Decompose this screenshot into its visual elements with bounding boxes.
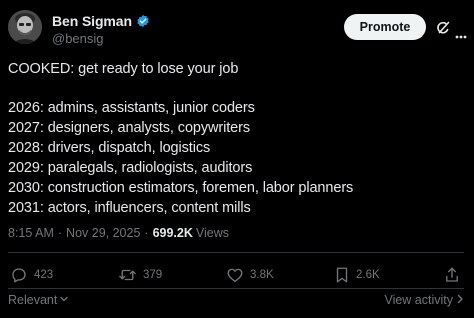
- bookmark-button[interactable]: 2.6K: [334, 265, 380, 285]
- reply-icon: [10, 266, 28, 284]
- view-activity-button[interactable]: View activity: [384, 293, 464, 307]
- share-icon: [444, 266, 460, 284]
- author-name[interactable]: Ben Sigman: [52, 13, 132, 29]
- repost-button[interactable]: 379: [118, 265, 162, 285]
- repost-count: 379: [143, 269, 163, 281]
- sort-replies-dropdown[interactable]: Relevant: [8, 293, 69, 307]
- tweet-header: Ben Sigman @bensig Promote: [8, 10, 467, 50]
- tweet-line-2026: 2026: admins, assistants, junior coders: [8, 100, 255, 116]
- reply-controls: Relevant View activity: [8, 293, 464, 309]
- reply-count: 423: [34, 269, 54, 281]
- author-handle[interactable]: @bensig: [52, 31, 150, 46]
- share-button[interactable]: [444, 265, 460, 285]
- views-count[interactable]: 699.2K: [153, 226, 193, 240]
- tweet-line-2030: 2030: construction estimators, foremen, …: [8, 180, 354, 196]
- sort-label: Relevant: [8, 293, 58, 307]
- chevron-right-icon: [456, 293, 464, 307]
- chevron-down-icon: [59, 293, 69, 307]
- heart-icon: [226, 266, 244, 284]
- tweet-time[interactable]: 8:15 AM: [8, 226, 54, 240]
- tweet-line-2028: 2028: drivers, dispatch, logistics: [8, 140, 211, 156]
- divider-bottom: [8, 288, 464, 289]
- like-button[interactable]: 3.8K: [226, 265, 274, 285]
- bookmark-count: 2.6K: [356, 269, 380, 281]
- grok-icon[interactable]: [436, 21, 450, 35]
- verified-badge-icon[interactable]: [136, 14, 150, 28]
- tweet-line-2029: 2029: paralegals, radiologists, auditors: [8, 160, 253, 176]
- views-label: Views: [195, 226, 230, 240]
- tweet-text: COOKED: get ready to lose your job 2026:…: [8, 59, 464, 218]
- tweet-line-2031: 2031: actors, influencers, content mills: [8, 200, 251, 216]
- meta-separator: ·: [57, 226, 63, 240]
- avatar[interactable]: [8, 10, 42, 44]
- action-bar: 423 379 3.8K 2.6K: [8, 265, 464, 285]
- divider-top: [8, 252, 464, 253]
- tweet-date[interactable]: Nov 29, 2025: [66, 226, 140, 240]
- author-info: Ben Sigman @bensig: [52, 13, 150, 46]
- like-count: 3.8K: [250, 269, 274, 281]
- promote-button[interactable]: Promote: [344, 14, 426, 40]
- bookmark-icon: [334, 266, 350, 284]
- tweet-line-2027: 2027: designers, analysts, copywriters: [8, 120, 251, 136]
- tweet-line-headline: COOKED: get ready to lose your job: [8, 61, 239, 77]
- more-icon[interactable]: [455, 26, 467, 39]
- view-activity-label: View activity: [384, 293, 453, 307]
- reply-button[interactable]: 423: [10, 265, 53, 285]
- repost-icon: [118, 266, 137, 284]
- tweet-meta: 8:15 AM · Nov 29, 2025 · 699.2K Views: [8, 226, 229, 240]
- meta-separator: ·: [144, 226, 149, 240]
